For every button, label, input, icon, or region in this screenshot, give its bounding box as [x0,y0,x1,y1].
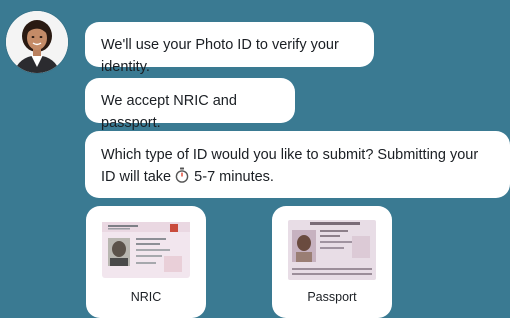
chat-message-2: We accept NRIC and passport. [85,78,295,131]
chat-message-1-text: We'll use your Photo ID to verify your i… [101,37,339,75]
passport-image [286,218,378,280]
chat-message-2-text: We accept NRIC and passport. [101,93,237,131]
id-option-passport-label: Passport [307,290,357,304]
chat-message-3-duration: 5-7 minutes. [194,169,274,185]
agent-avatar-image [6,11,68,73]
id-option-passport[interactable]: Passport [272,206,392,318]
id-option-nric[interactable]: NRIC [86,206,206,318]
chat-message-1: We'll use your Photo ID to verify your i… [85,22,374,75]
chat-message-3: Which type of ID would you like to submi… [85,131,510,198]
nric-card-image [100,218,192,280]
id-option-nric-label: NRIC [130,290,162,304]
chat-message-3-text: Which type of ID would you like to submi… [101,147,479,185]
stopwatch-icon [175,167,189,190]
agent-avatar [6,11,68,73]
